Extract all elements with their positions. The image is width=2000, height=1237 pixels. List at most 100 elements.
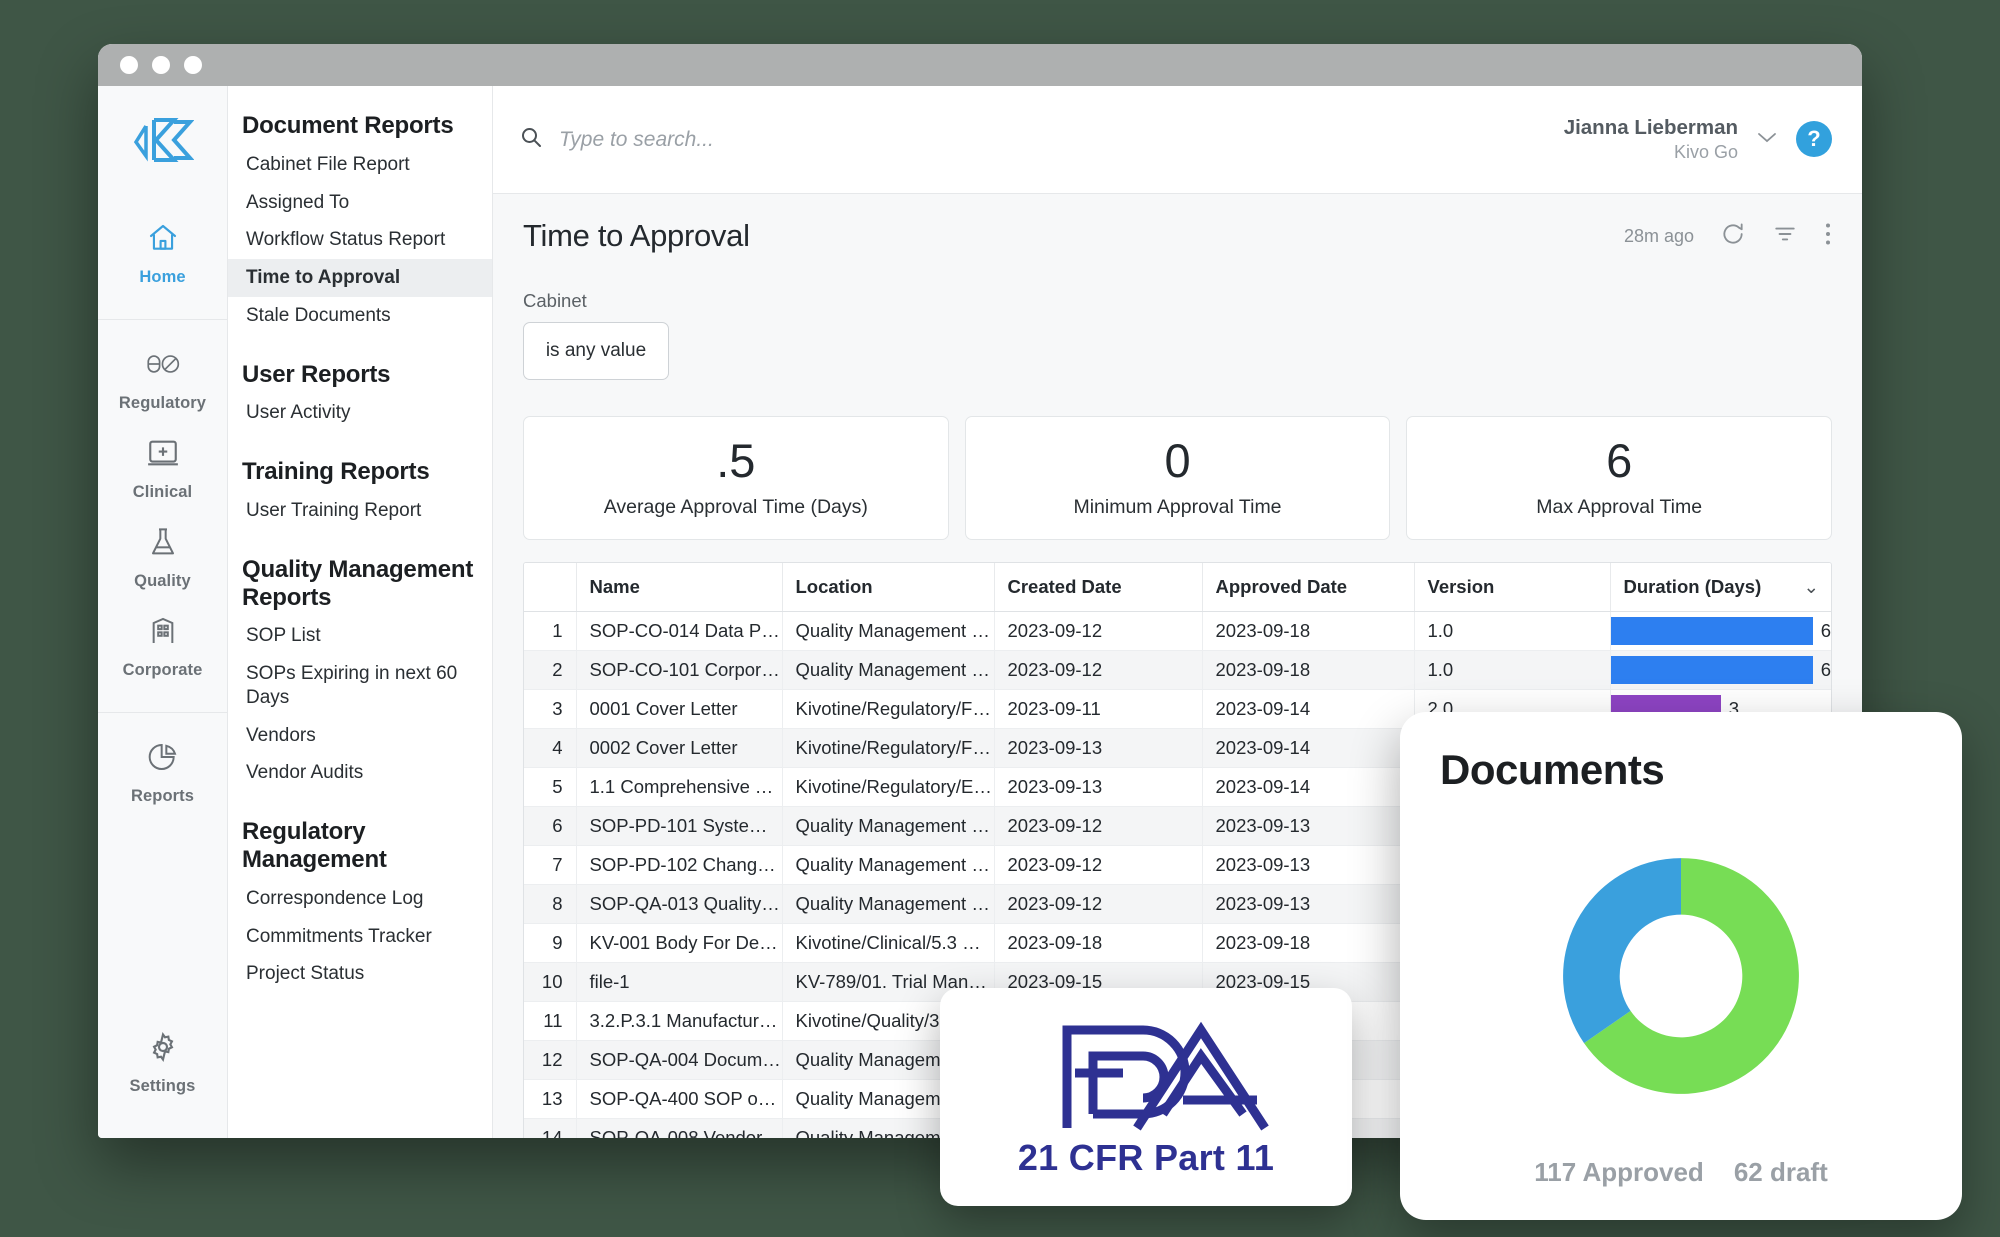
cell-location: Kivotine/Regulatory/FD… bbox=[781, 689, 994, 729]
kpi-card: 6 Max Approval Time bbox=[1406, 416, 1833, 540]
report-nav-item[interactable]: Time to Approval bbox=[228, 259, 492, 297]
kpi-value: .5 bbox=[716, 434, 756, 487]
cell-created-date: 2023-09-12 bbox=[993, 650, 1202, 690]
user-menu[interactable]: Jianna Lieberman Kivo Go ? bbox=[1564, 115, 1832, 164]
kpi-value: 6 bbox=[1606, 434, 1633, 487]
rail-bottom: Settings bbox=[98, 1013, 227, 1138]
cell-name[interactable]: SOP-CO-101 Corporate… bbox=[575, 650, 782, 690]
user-org: Kivo Go bbox=[1673, 141, 1738, 162]
table-row[interactable]: 2SOP-CO-101 Corporate…Quality Management… bbox=[524, 650, 1831, 690]
sidebar-item-label: Corporate bbox=[122, 661, 203, 679]
table-row[interactable]: 1 SOP-CO-014 Data Priv… Quality Management… bbox=[524, 611, 1831, 651]
cell-name[interactable]: SOP-QA-013 Quality Ri… bbox=[575, 884, 782, 924]
page-toolbar: 28m ago bbox=[1624, 221, 1832, 252]
col-duration[interactable]: Duration (Days) ⌄ bbox=[1609, 563, 1831, 612]
page-title: Time to Approval bbox=[523, 218, 750, 253]
cell-name[interactable]: KV-001 Body For Demo… bbox=[575, 923, 782, 963]
table-header-row: Name Location Created Date Approved Date… bbox=[524, 563, 1831, 612]
sidebar-item-label: Quality bbox=[134, 572, 191, 590]
duration-value: 6 bbox=[1820, 620, 1831, 641]
chevron-down-icon[interactable]: ⌄ bbox=[1803, 576, 1819, 598]
cell-location: Quality Management Sy… bbox=[781, 806, 994, 846]
report-nav-item[interactable]: Assigned To bbox=[228, 184, 492, 222]
sidebar-item-settings[interactable]: Settings bbox=[98, 1013, 227, 1102]
cell-name[interactable]: 0001 Cover Letter bbox=[575, 689, 782, 729]
filter-icon[interactable] bbox=[1772, 221, 1798, 252]
kpi-cards: .5 Average Approval Time (Days) 0 Minimum A… bbox=[523, 416, 1833, 540]
cell-name[interactable]: 1.1 Comprehensive TOC bbox=[575, 767, 782, 807]
report-nav-item[interactable]: Workflow Status Report bbox=[228, 221, 492, 259]
col-created-date[interactable]: Created Date bbox=[993, 563, 1202, 612]
documents-card-title: Documents bbox=[1440, 746, 1665, 793]
cell-name[interactable]: SOP-QA-400 SOP on S… bbox=[575, 1079, 782, 1119]
report-nav-item[interactable]: Correspondence Log bbox=[228, 880, 492, 918]
sidebar-item-home[interactable]: Home bbox=[98, 204, 227, 293]
report-nav-item[interactable]: User Training Report bbox=[228, 492, 492, 530]
report-nav-item[interactable]: Commitments Tracker bbox=[228, 918, 492, 956]
report-nav-item[interactable]: Cabinet File Report bbox=[228, 146, 492, 184]
report-nav-section-title: Document Reports bbox=[242, 112, 454, 139]
sidebar-item-label: Home bbox=[139, 268, 186, 286]
sidebar-item-regulatory[interactable]: Regulatory bbox=[98, 330, 227, 419]
cell-duration: 6 bbox=[1609, 611, 1831, 651]
cell-index: 12 bbox=[524, 1040, 576, 1080]
kpi-label: Minimum Approval Time bbox=[1073, 496, 1282, 518]
report-nav-item[interactable]: SOP List bbox=[228, 617, 492, 655]
col-index[interactable] bbox=[524, 563, 576, 612]
cell-name[interactable]: SOP-QA-004 Documen… bbox=[575, 1040, 782, 1080]
help-icon[interactable]: ? bbox=[1796, 121, 1832, 158]
minimize-icon[interactable] bbox=[152, 56, 170, 74]
kivo-logo[interactable] bbox=[98, 86, 227, 194]
more-options-icon[interactable] bbox=[1824, 221, 1832, 252]
sidebar-item-quality[interactable]: Quality bbox=[98, 508, 227, 597]
close-icon[interactable] bbox=[120, 56, 138, 74]
cell-approved-date: 2023-09-18 bbox=[1201, 611, 1414, 651]
cell-name[interactable]: SOP-PD-101 System V… bbox=[575, 806, 782, 846]
kpi-card: 0 Minimum Approval Time bbox=[964, 416, 1391, 540]
cell-name[interactable]: SOP-QA-008 Vendor M… bbox=[575, 1118, 782, 1138]
cell-index: 11 bbox=[524, 1001, 576, 1041]
cell-index: 9 bbox=[524, 923, 576, 963]
cell-approved-date: 2023-09-18 bbox=[1201, 923, 1414, 963]
report-nav-section-title: Regulatory Management bbox=[242, 818, 387, 873]
cell-location: Kivotine/Clinical/5.3 Cli… bbox=[781, 923, 994, 963]
legend-approved: 117 Approved bbox=[1534, 1157, 1704, 1187]
duration-bar bbox=[1611, 617, 1813, 645]
rail-group-home: Home bbox=[98, 194, 227, 320]
pie-chart-icon bbox=[146, 741, 180, 778]
report-nav-item[interactable]: Vendors bbox=[228, 717, 492, 755]
cell-name[interactable]: file-1 bbox=[575, 962, 782, 1002]
sidebar-item-clinical[interactable]: Clinical bbox=[98, 419, 227, 508]
report-nav-item[interactable]: SOPs Expiring in next 60 Days bbox=[228, 655, 492, 717]
report-nav-item[interactable]: Stale Documents bbox=[228, 297, 492, 335]
report-nav-item[interactable]: Vendor Audits bbox=[228, 754, 492, 792]
zoom-icon[interactable] bbox=[184, 56, 202, 74]
search-input[interactable]: Type to search... bbox=[519, 125, 1564, 154]
report-nav-item[interactable]: User Activity bbox=[228, 394, 492, 432]
rail-group-reports: Reports bbox=[98, 713, 227, 838]
cell-location: Quality Management Sy… bbox=[781, 650, 994, 690]
legend-draft: 62 draft bbox=[1733, 1157, 1828, 1187]
cell-name[interactable]: SOP-CO-014 Data Priv… bbox=[575, 611, 782, 651]
sidebar-item-reports[interactable]: Reports bbox=[98, 723, 227, 812]
cell-name[interactable]: 0002 Cover Letter bbox=[575, 728, 782, 768]
cell-version: 1.0 bbox=[1413, 650, 1610, 690]
chevron-down-icon[interactable] bbox=[1756, 130, 1778, 149]
gear-icon bbox=[146, 1031, 180, 1068]
col-version[interactable]: Version bbox=[1413, 563, 1610, 612]
col-name[interactable]: Name bbox=[575, 563, 782, 612]
cabinet-filter-select[interactable]: is any value bbox=[523, 322, 669, 380]
sidebar-item-label: Reports bbox=[130, 787, 195, 805]
kpi-label: Average Approval Time (Days) bbox=[603, 496, 868, 518]
cell-name[interactable]: 3.2.P.3.1 Manufacturers bbox=[575, 1001, 782, 1041]
cell-location: Kivotine/Regulatory/E… bbox=[781, 767, 994, 807]
refresh-icon[interactable] bbox=[1720, 221, 1746, 252]
col-approved-date[interactable]: Approved Date bbox=[1201, 563, 1414, 612]
col-location[interactable]: Location bbox=[781, 563, 994, 612]
cell-name[interactable]: SOP-PD-102 Change C… bbox=[575, 845, 782, 885]
report-nav-item[interactable]: Project Status bbox=[228, 955, 492, 993]
cell-approved-date: 2023-09-14 bbox=[1201, 689, 1414, 729]
flask-icon bbox=[146, 526, 180, 563]
sidebar-item-corporate[interactable]: Corporate bbox=[98, 597, 227, 686]
cell-index: 6 bbox=[524, 806, 576, 846]
